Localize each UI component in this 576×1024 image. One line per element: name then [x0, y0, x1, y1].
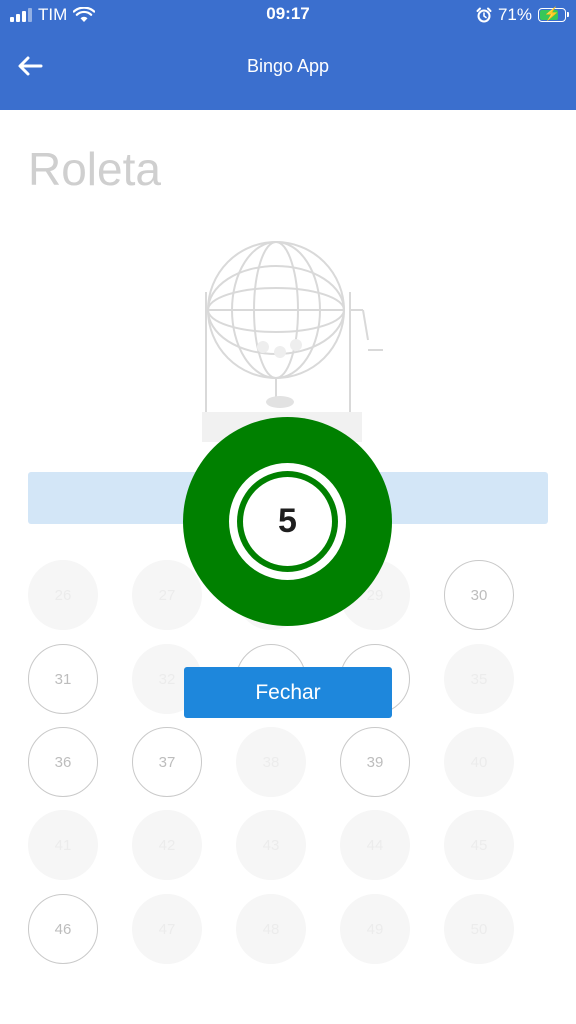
alarm-icon: [476, 7, 492, 23]
number-cell-38[interactable]: 38: [236, 727, 306, 797]
top-bar: TIM 09:17 71% ⚡ Bingo App: [0, 0, 576, 110]
drawn-number: 5: [243, 477, 332, 566]
number-cell-50[interactable]: 50: [444, 894, 514, 964]
number-cell-41[interactable]: 41: [28, 810, 98, 880]
status-right: 71% ⚡: [476, 4, 569, 26]
app-title: Bingo App: [246, 56, 330, 76]
number-cell-26[interactable]: 26: [28, 560, 98, 630]
number-cell-44[interactable]: 44: [340, 810, 410, 880]
number-cell-27[interactable]: 27: [132, 560, 202, 630]
number-cell-37[interactable]: 37: [132, 727, 202, 797]
number-cell-42[interactable]: 42: [132, 810, 202, 880]
result-ball: 5: [183, 417, 392, 626]
result-ball-ring: 5: [237, 471, 338, 572]
number-cell-40[interactable]: 40: [444, 727, 514, 797]
battery-icon: ⚡: [538, 6, 569, 22]
number-cell-36[interactable]: 36: [28, 727, 98, 797]
battery-percent: 71%: [497, 5, 532, 24]
result-ball-face: 5: [229, 463, 346, 580]
number-cell-35[interactable]: 35: [444, 644, 514, 714]
number-cell-47[interactable]: 47: [132, 894, 202, 964]
number-cell-45[interactable]: 45: [444, 810, 514, 880]
number-cell-31[interactable]: 31: [28, 644, 98, 714]
number-cell-39[interactable]: 39: [340, 727, 410, 797]
number-cell-43[interactable]: 43: [236, 810, 306, 880]
bingo-cage-image: [202, 241, 383, 442]
close-button[interactable]: Fechar: [184, 667, 392, 718]
number-cell-48[interactable]: 48: [236, 894, 306, 964]
number-cell-49[interactable]: 49: [340, 894, 410, 964]
page-title: Roleta: [28, 143, 161, 195]
number-cell-46[interactable]: 46: [28, 894, 98, 964]
number-cell-30[interactable]: 30: [444, 560, 514, 630]
